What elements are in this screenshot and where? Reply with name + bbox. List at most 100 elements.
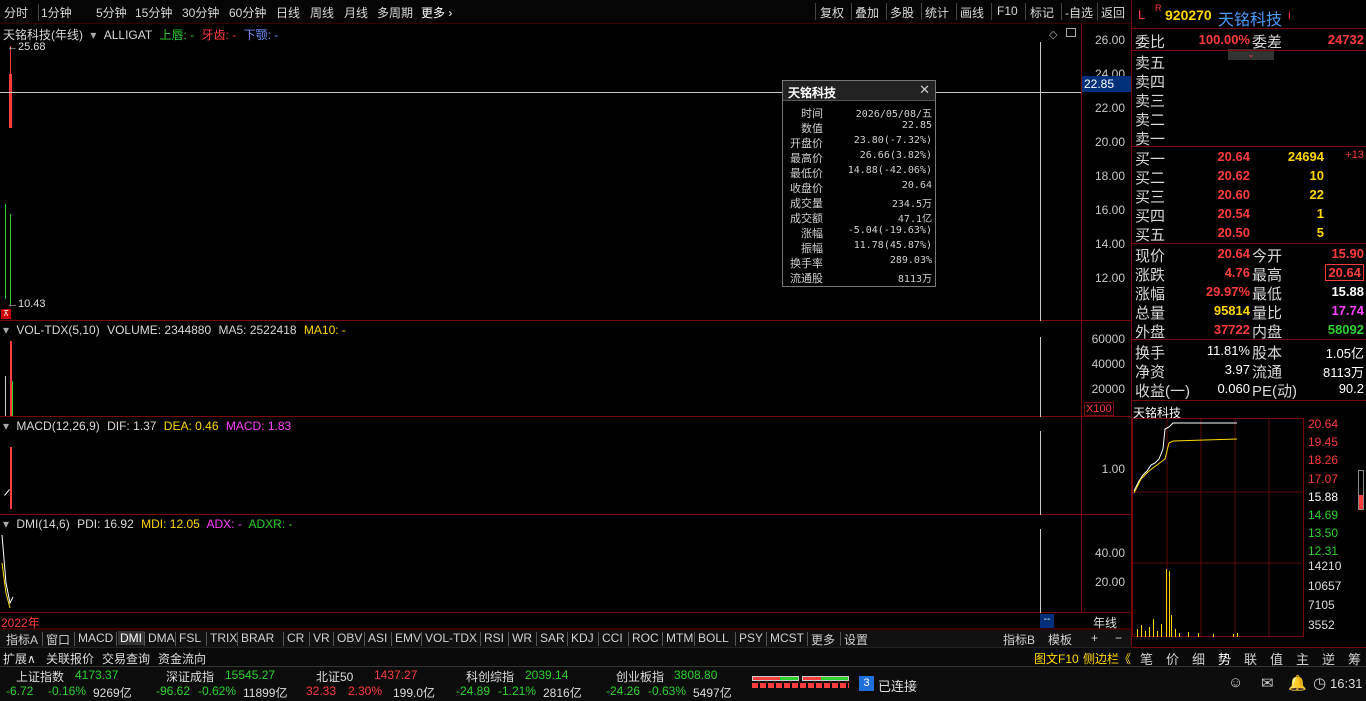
- indicator-tab[interactable]: MTM: [664, 631, 695, 645]
- period-15min[interactable]: 15分钟: [135, 4, 172, 21]
- indicator-right-tab[interactable]: 指标B: [1001, 631, 1037, 648]
- indicator-tab[interactable]: 指标A: [4, 631, 40, 648]
- related-quote-tab[interactable]: 关联报价: [46, 650, 94, 667]
- dmi-panel[interactable]: ▾ DMI(14,6) PDI: 16.92 MDI: 12.05 ADX: -…: [0, 515, 1081, 613]
- capital-flow-tab[interactable]: 资金流向: [158, 650, 206, 667]
- index-name[interactable]: 科创综指: [466, 668, 514, 685]
- right-tab[interactable]: 势: [1218, 649, 1231, 668]
- volume-panel[interactable]: ▾ VOL-TDX(5,10) VOLUME: 2344880 MA5: 252…: [0, 321, 1081, 417]
- sell-level[interactable]: 卖三: [1132, 89, 1366, 110]
- indicator-tab[interactable]: BRAR: [239, 631, 276, 645]
- buy-level[interactable]: 买五 20.50 5: [1132, 223, 1366, 244]
- indicator-right-tab[interactable]: 模板: [1046, 631, 1074, 648]
- f10-link[interactable]: 图文F10: [1034, 650, 1079, 667]
- connection-count[interactable]: 3: [859, 676, 874, 691]
- period-multi[interactable]: 多周期: [377, 4, 413, 21]
- info-icon[interactable]: i: [1288, 8, 1291, 22]
- sell-level[interactable]: 卖四: [1132, 70, 1366, 91]
- period-more[interactable]: 更多 ›: [421, 4, 452, 21]
- index-name[interactable]: 上证指数: [16, 668, 64, 685]
- buy-level[interactable]: 买四 20.54 1: [1132, 204, 1366, 225]
- indicator-tab[interactable]: VR: [311, 631, 332, 645]
- tool-overlay[interactable]: 叠加: [855, 4, 879, 21]
- indicator-right-tab[interactable]: +: [1089, 631, 1100, 645]
- right-tab[interactable]: 主: [1296, 649, 1309, 668]
- index-name[interactable]: 北证50: [316, 668, 353, 685]
- indicator-tab[interactable]: ASI: [366, 631, 389, 645]
- right-tab[interactable]: 逆: [1322, 649, 1335, 668]
- sidebar-toggle[interactable]: 侧边栏《: [1083, 650, 1131, 667]
- mini-scroll[interactable]: [1358, 470, 1364, 510]
- stock-name[interactable]: 天铭科技: [1218, 6, 1282, 30]
- macd-panel[interactable]: ▾ MACD(12,26,9) DIF: 1.37 DEA: 0.46 MACD…: [0, 417, 1081, 515]
- indicator-tab[interactable]: 设置: [842, 631, 870, 648]
- right-tab[interactable]: 细: [1192, 649, 1205, 668]
- tool-remove-watchlist[interactable]: -自选: [1065, 4, 1093, 21]
- indicator-tab[interactable]: DMA: [146, 631, 177, 645]
- indicator-tab[interactable]: 窗口: [44, 631, 72, 648]
- tool-back[interactable]: 返回: [1101, 4, 1125, 21]
- indicator-tab[interactable]: SAR: [538, 631, 567, 645]
- clock-icon[interactable]: ◷: [1313, 674, 1326, 692]
- sell-level[interactable]: 卖一: [1132, 127, 1366, 148]
- indicator-right-tab[interactable]: −: [1113, 631, 1124, 645]
- trade-query-tab[interactable]: 交易查询: [102, 650, 150, 667]
- period-1min[interactable]: 1分钟: [38, 4, 72, 21]
- period-30min[interactable]: 30分钟: [182, 4, 219, 21]
- bell-icon[interactable]: 🔔: [1288, 674, 1307, 692]
- indicator-tab[interactable]: VOL-TDX: [423, 631, 479, 645]
- close-icon[interactable]: ✕: [919, 82, 930, 98]
- collapse-icon[interactable]: ▾: [3, 323, 9, 337]
- indicator-tab[interactable]: OBV: [335, 631, 364, 645]
- indicator-tab[interactable]: CCI: [600, 631, 625, 645]
- collapse-icon[interactable]: ▾: [3, 517, 9, 531]
- sell-level[interactable]: 卖五: [1132, 51, 1366, 72]
- indicator-tab[interactable]: BOLL: [696, 631, 731, 645]
- message-icon[interactable]: ✉: [1261, 674, 1274, 692]
- indicator-tab[interactable]: KDJ: [569, 631, 596, 645]
- indicator-tab[interactable]: TRIX: [208, 631, 239, 645]
- index-name[interactable]: 创业板指: [616, 668, 664, 685]
- indicator-tab[interactable]: 更多: [809, 631, 837, 648]
- period-daily[interactable]: 日线: [276, 4, 300, 21]
- tool-fuquan[interactable]: 复权: [820, 4, 844, 21]
- tool-stats[interactable]: 统计: [925, 4, 949, 21]
- right-tab[interactable]: 价: [1166, 649, 1179, 668]
- period-monthly[interactable]: 月线: [344, 4, 368, 21]
- indicator-tab[interactable]: FSL: [177, 631, 203, 645]
- window-icon[interactable]: [1066, 28, 1076, 37]
- right-tab[interactable]: 笔: [1140, 649, 1153, 668]
- tool-draw-line[interactable]: 画线: [960, 4, 984, 21]
- sell-level[interactable]: 卖二: [1132, 108, 1366, 129]
- buy-level[interactable]: 买一 20.64 24694 +13: [1132, 147, 1366, 168]
- collapse-icon[interactable]: ▾: [3, 419, 9, 433]
- index-name[interactable]: 深证成指: [166, 668, 214, 685]
- chat-icon[interactable]: ☺: [1228, 674, 1243, 691]
- mini-intraday-chart[interactable]: [1132, 418, 1305, 638]
- diamond-icon[interactable]: ◇: [1049, 28, 1057, 41]
- quote-value: 95814: [1213, 303, 1250, 318]
- indicator-tab[interactable]: PSY: [737, 631, 765, 645]
- tool-f10[interactable]: F10: [997, 4, 1018, 18]
- indicator-tab[interactable]: WR: [510, 631, 534, 645]
- indicator-tab[interactable]: MACD: [76, 631, 115, 645]
- indicator-tab[interactable]: EMV: [393, 631, 423, 645]
- right-tab[interactable]: 筹: [1348, 649, 1361, 668]
- buy-level[interactable]: 买三 20.60 22: [1132, 185, 1366, 206]
- period-60min[interactable]: 60分钟: [229, 4, 266, 21]
- indicator-tab[interactable]: MCST: [768, 631, 806, 645]
- right-tab[interactable]: 联: [1244, 649, 1257, 668]
- indicator-tab[interactable]: RSI: [482, 631, 506, 645]
- collapse-icon[interactable]: ▾: [90, 28, 96, 42]
- period-fenshi[interactable]: 分时: [4, 4, 28, 21]
- expand-button[interactable]: 扩展∧: [3, 650, 36, 667]
- tool-multi-stock[interactable]: 多股: [890, 4, 914, 21]
- period-weekly[interactable]: 周线: [310, 4, 334, 21]
- period-5min[interactable]: 5分钟: [96, 4, 127, 21]
- right-tab[interactable]: 值: [1270, 649, 1283, 668]
- indicator-tab[interactable]: ROC: [630, 631, 661, 645]
- tool-mark[interactable]: 标记: [1030, 4, 1054, 21]
- indicator-tab[interactable]: DMI: [118, 631, 144, 645]
- indicator-tab[interactable]: CR: [285, 631, 306, 645]
- buy-level[interactable]: 买二 20.62 10: [1132, 166, 1366, 187]
